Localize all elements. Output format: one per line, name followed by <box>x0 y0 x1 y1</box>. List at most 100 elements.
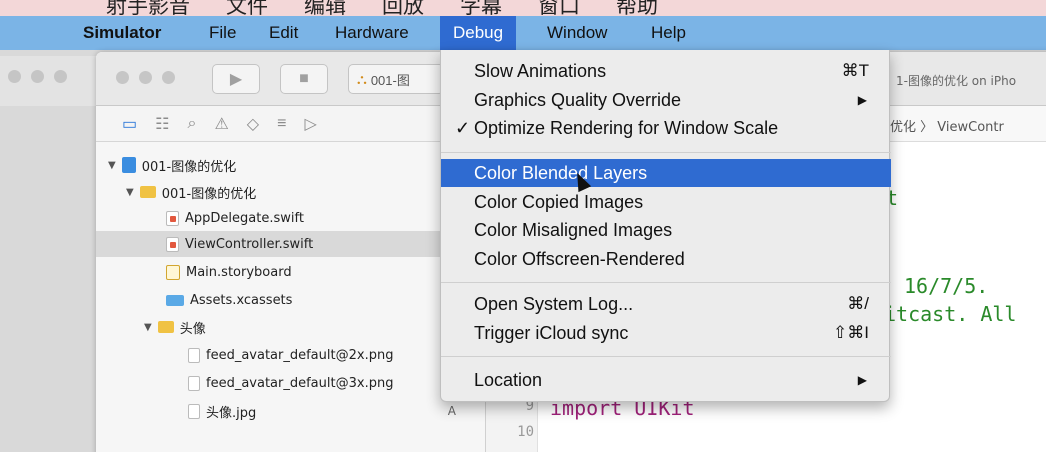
host-menu-window[interactable]: 窗口 <box>538 0 580 16</box>
host-menu-edit[interactable]: 编辑 <box>304 0 346 16</box>
disclosure-down-icon[interactable]: ▼ <box>144 322 152 333</box>
tree-row-viewcontroller[interactable]: ViewController.swift <box>96 231 486 257</box>
minimize-dot-icon[interactable] <box>139 71 152 84</box>
menu-separator <box>441 356 891 357</box>
menu-item-color-offscreen-rendered[interactable]: Color Offscreen-Rendered <box>441 245 891 273</box>
stop-icon: ■ <box>299 70 309 87</box>
tree-row-png-2x[interactable]: feed_avatar_default@2x.png <box>96 342 486 368</box>
project-icon <box>121 157 136 173</box>
menu-separator <box>441 282 891 283</box>
menu-item-label: Open System Log... <box>474 294 634 314</box>
asset-catalog-icon <box>166 294 184 306</box>
swift-file-icon <box>166 210 179 226</box>
menu-item-trigger-icloud-sync[interactable]: Trigger iCloud sync ⇧⌘I <box>441 319 891 347</box>
menu-help[interactable]: Help <box>638 16 699 50</box>
code-fragment: 16/7/5. <box>904 274 989 298</box>
menu-separator <box>441 152 891 153</box>
menu-item-label: Optimize Rendering for Window Scale <box>474 118 779 138</box>
tree-label: Main.storyboard <box>186 264 292 280</box>
window-minimize-dot-icon[interactable] <box>31 70 44 83</box>
host-menu-file[interactable]: 文件 <box>226 0 268 16</box>
test-navigator-icon[interactable]: ◇ <box>247 114 259 134</box>
debug-navigator-icon[interactable]: ≡ <box>277 115 286 133</box>
tree-row-avatar-group[interactable]: ▼ 头像 <box>96 314 486 340</box>
checkmark-icon: ✓ <box>455 118 471 138</box>
tree-row-storyboard[interactable]: Main.storyboard <box>96 259 486 285</box>
symbol-navigator-icon[interactable]: ☷ <box>155 114 169 134</box>
tree-row-jpg[interactable]: 头像.jpg A <box>96 398 486 424</box>
menu-item-open-system-log[interactable]: Open System Log... ⌘/ <box>441 290 891 318</box>
folder-icon <box>139 186 156 198</box>
swift-file-icon <box>166 236 179 252</box>
tree-row-project[interactable]: ▼ 001-图像的优化 <box>96 152 486 178</box>
host-menu-subtitle[interactable]: 字幕 <box>460 0 502 16</box>
menu-item-label: Location <box>474 370 543 390</box>
window-controls <box>116 71 175 84</box>
submenu-arrow-icon: ▶ <box>857 373 867 387</box>
host-menu-playback[interactable]: 回放 <box>382 0 424 16</box>
host-menu-app[interactable]: 射手影音 <box>106 0 190 16</box>
project-navigator-icon[interactable]: ▭ <box>122 114 137 134</box>
image-file-icon <box>188 347 200 363</box>
zoom-dot-icon[interactable] <box>162 71 175 84</box>
shortcut-label: ⇧⌘I <box>833 323 869 342</box>
code-fragment: itcast. All <box>884 302 1017 326</box>
tree-label: AppDelegate.swift <box>185 210 304 226</box>
menu-item-label: Slow Animations <box>474 61 607 81</box>
tree-row-appdelegate[interactable]: AppDelegate.swift <box>96 205 486 231</box>
menubar: Simulator File Edit Hardware Debug Windo… <box>0 16 1046 50</box>
tree-label: 头像 <box>179 321 206 337</box>
play-icon: ▶ <box>229 71 243 88</box>
close-dot-icon[interactable] <box>116 71 129 84</box>
menu-item-label: Graphics Quality Override <box>474 90 682 110</box>
menu-item-color-misaligned-images[interactable]: Color Misaligned Images <box>441 216 891 244</box>
window-close-dot-icon[interactable] <box>8 70 21 83</box>
tree-row-png-3x[interactable]: feed_avatar_default@3x.png A <box>96 370 486 396</box>
storyboard-icon <box>166 264 180 280</box>
menu-item-label: Color Copied Images <box>474 192 644 212</box>
window-zoom-dot-icon[interactable] <box>54 70 67 83</box>
jump-bar-path[interactable]: 优化 〉 ViewContr <box>890 116 1004 135</box>
target-icon: ⛬ <box>357 70 367 87</box>
menu-simulator[interactable]: Simulator <box>70 16 174 50</box>
activity-status: 1-图像的优化 on iPho <box>896 74 1017 88</box>
shortcut-label: ⌘T <box>841 61 869 80</box>
line-number: 10 <box>517 424 534 440</box>
menu-item-color-copied-images[interactable]: Color Copied Images <box>441 188 891 216</box>
tree-label: ViewController.swift <box>185 236 314 252</box>
disclosure-down-icon[interactable]: ▼ <box>126 187 134 198</box>
scheme-selector[interactable]: ⛬ 001-图 <box>348 64 444 94</box>
tree-label: feed_avatar_default@2x.png <box>206 347 394 363</box>
image-file-icon <box>188 403 200 419</box>
menu-file[interactable]: File <box>196 16 249 50</box>
tree-label: 头像.jpg <box>206 405 257 421</box>
disclosure-down-icon[interactable]: ▼ <box>108 160 116 171</box>
stop-button[interactable]: ■ <box>280 64 328 94</box>
tree-label: 001-图像的优化 <box>161 186 257 202</box>
tree-row-assets[interactable]: Assets.xcassets <box>96 287 486 313</box>
menu-item-label: Color Misaligned Images <box>474 220 673 240</box>
image-file-icon <box>188 375 200 391</box>
menu-edit[interactable]: Edit <box>256 16 311 50</box>
menu-debug[interactable]: Debug <box>440 16 517 50</box>
tree-row-group[interactable]: ▼ 001-图像的优化 <box>96 179 486 205</box>
menu-item-graphics-quality[interactable]: Graphics Quality Override ▶ <box>441 86 891 114</box>
find-navigator-icon[interactable]: ⌕ <box>187 115 196 133</box>
folder-icon <box>157 321 174 333</box>
host-menu-help[interactable]: 帮助 <box>616 0 658 16</box>
host-menubar: 射手影音 文件 编辑 回放 字幕 窗口 帮助 <box>0 0 1046 16</box>
menu-item-optimize-rendering[interactable]: ✓ Optimize Rendering for Window Scale <box>441 114 891 142</box>
menu-item-color-blended-layers[interactable]: Color Blended Layers <box>441 159 891 187</box>
menu-item-slow-animations[interactable]: Slow Animations ⌘T <box>441 57 891 85</box>
menu-item-location[interactable]: Location ▶ <box>441 366 891 394</box>
menu-item-label: Color Blended Layers <box>474 163 648 183</box>
run-button[interactable]: ▶ <box>212 64 260 94</box>
menu-window[interactable]: Window <box>534 16 620 50</box>
menu-hardware[interactable]: Hardware <box>322 16 422 50</box>
issue-navigator-icon[interactable]: ⚠ <box>214 114 228 134</box>
background-window-controls <box>8 70 67 83</box>
submenu-arrow-icon: ▶ <box>857 93 867 107</box>
navigator-selector-bar: ▭ ☷ ⌕ ⚠ ◇ ≡ ▷ <box>96 106 440 142</box>
scm-status-badge: A <box>447 404 456 418</box>
breakpoint-navigator-icon[interactable]: ▷ <box>304 114 316 134</box>
